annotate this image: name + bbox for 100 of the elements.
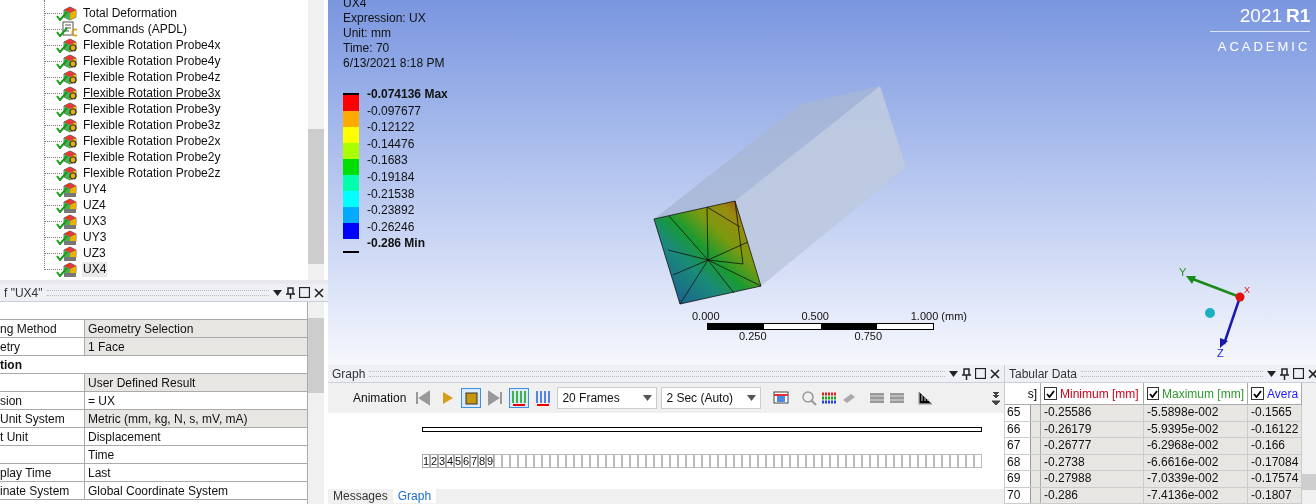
close-icon[interactable] <box>314 287 324 298</box>
frame-cell[interactable]: 3 <box>438 454 446 468</box>
frame-cell[interactable] <box>942 454 950 468</box>
tree-item[interactable]: Flexible Rotation Probe2y <box>82 149 222 165</box>
frame-cell[interactable] <box>606 454 614 468</box>
tree-item[interactable]: UY4 <box>82 181 108 197</box>
frame-cell[interactable]: 4 <box>446 454 454 468</box>
tree-item[interactable]: UX3 <box>82 213 108 229</box>
frame-cell[interactable] <box>846 454 854 468</box>
checkbox[interactable] <box>1147 387 1159 400</box>
tree-item[interactable]: UZ4 <box>82 197 107 213</box>
frame-cell[interactable] <box>566 454 574 468</box>
frame-cell[interactable] <box>718 454 726 468</box>
checkbox[interactable] <box>1044 387 1057 400</box>
frame-cell[interactable] <box>814 454 822 468</box>
chart-icon[interactable] <box>917 391 934 405</box>
overflow-icon[interactable] <box>992 391 1000 405</box>
frame-cell[interactable] <box>502 454 510 468</box>
tree-item[interactable]: Flexible Rotation Probe4z <box>82 69 222 85</box>
frame-cell[interactable] <box>902 454 910 468</box>
frame-cell[interactable] <box>574 454 582 468</box>
frame-cell[interactable] <box>790 454 798 468</box>
scrollbar[interactable] <box>308 302 324 504</box>
frame-cell[interactable] <box>862 454 870 468</box>
frame-cell[interactable]: 7 <box>470 454 478 468</box>
tree-item[interactable]: UY3 <box>82 229 108 245</box>
dropdown-icon[interactable] <box>1267 370 1277 377</box>
frame-cell[interactable]: 2 <box>430 454 438 468</box>
frame-cell[interactable]: 5 <box>454 454 462 468</box>
frame-cell[interactable] <box>966 454 974 468</box>
scrollbar[interactable] <box>1302 383 1316 504</box>
columns-icon[interactable] <box>509 388 530 408</box>
frame-cell[interactable] <box>822 454 830 468</box>
tree-item[interactable]: Flexible Rotation Probe4y <box>82 53 222 69</box>
frame-cell[interactable] <box>670 454 678 468</box>
frame-cell[interactable] <box>742 454 750 468</box>
frame-cell[interactable] <box>838 454 846 468</box>
column-header[interactable]: Avera <box>1248 383 1303 404</box>
frame-cell[interactable] <box>550 454 558 468</box>
section-header[interactable]: tion <box>0 355 22 374</box>
maximize-icon[interactable] <box>1293 368 1305 379</box>
frame-cell[interactable] <box>886 454 894 468</box>
frame-cell[interactable] <box>558 454 566 468</box>
frame-cell[interactable] <box>526 454 534 468</box>
dropdown-icon[interactable] <box>273 289 282 296</box>
frame-cell[interactable]: 6 <box>462 454 470 468</box>
frame-cell[interactable] <box>694 454 702 468</box>
export-video-icon[interactable] <box>773 390 790 406</box>
dropdown-field[interactable]: 20 Frames <box>557 387 658 409</box>
frame-cell[interactable] <box>590 454 598 468</box>
tree-item[interactable]: UZ3 <box>82 245 107 261</box>
column-header[interactable]: Maximum [mm] <box>1144 383 1248 404</box>
frame-cell[interactable] <box>750 454 758 468</box>
close-icon[interactable] <box>990 368 1000 379</box>
frame-cell[interactable] <box>510 454 518 468</box>
property-value[interactable]: Metric (mm, kg, N, s, mV, mA) <box>85 410 307 427</box>
frame-cell[interactable] <box>926 454 934 468</box>
frame-cell[interactable] <box>646 454 654 468</box>
frame-cell[interactable] <box>870 454 878 468</box>
pin-icon[interactable] <box>962 367 971 380</box>
maximize-icon[interactable] <box>299 287 310 298</box>
tree-item[interactable]: Commands (APDL) <box>82 21 189 37</box>
frame-cell[interactable] <box>950 454 958 468</box>
close-icon[interactable] <box>1308 368 1316 379</box>
property-value[interactable]: Geometry Selection <box>85 320 307 337</box>
frame-cell[interactable] <box>686 454 694 468</box>
frame-cell[interactable] <box>662 454 670 468</box>
tree-item[interactable]: Flexible Rotation Probe4x <box>82 37 222 53</box>
frame-cell[interactable] <box>758 454 766 468</box>
frame-cell[interactable] <box>702 454 710 468</box>
frame-cell[interactable] <box>614 454 622 468</box>
frame-cell[interactable] <box>774 454 782 468</box>
stop-icon[interactable] <box>461 388 482 408</box>
frame-cell[interactable] <box>894 454 902 468</box>
frame-cell[interactable] <box>974 454 982 468</box>
panel-tab[interactable]: Graph <box>392 489 437 503</box>
dropdown-field[interactable]: 2 Sec (Auto) <box>661 387 762 409</box>
color-grid-icon[interactable] <box>821 391 838 405</box>
frame-cell[interactable]: 9 <box>486 454 494 468</box>
column-header[interactable]: s] <box>1005 383 1041 404</box>
frame-cell[interactable] <box>654 454 662 468</box>
frame-cell[interactable] <box>518 454 526 468</box>
tree-item[interactable]: Flexible Rotation Probe3x <box>82 85 222 101</box>
frame-cell[interactable] <box>726 454 734 468</box>
frame-cell[interactable] <box>878 454 886 468</box>
frame-cell[interactable] <box>534 454 542 468</box>
panel-tab[interactable]: Messages <box>328 489 393 503</box>
frame-cell[interactable] <box>494 454 502 468</box>
frame-cell[interactable] <box>798 454 806 468</box>
frame-cell[interactable]: 8 <box>478 454 486 468</box>
tree-item[interactable]: Flexible Rotation Probe2x <box>82 133 222 149</box>
frame-cell[interactable] <box>934 454 942 468</box>
tree-item[interactable]: Flexible Rotation Probe2z <box>82 165 222 181</box>
frame-cell[interactable] <box>582 454 590 468</box>
maximize-icon[interactable] <box>975 368 986 379</box>
frame-cell[interactable] <box>854 454 862 468</box>
tree-item[interactable]: UX4 <box>82 261 108 277</box>
property-value[interactable]: 1 Face <box>85 338 307 355</box>
frame-cell[interactable] <box>910 454 918 468</box>
frame-cell[interactable] <box>638 454 646 468</box>
